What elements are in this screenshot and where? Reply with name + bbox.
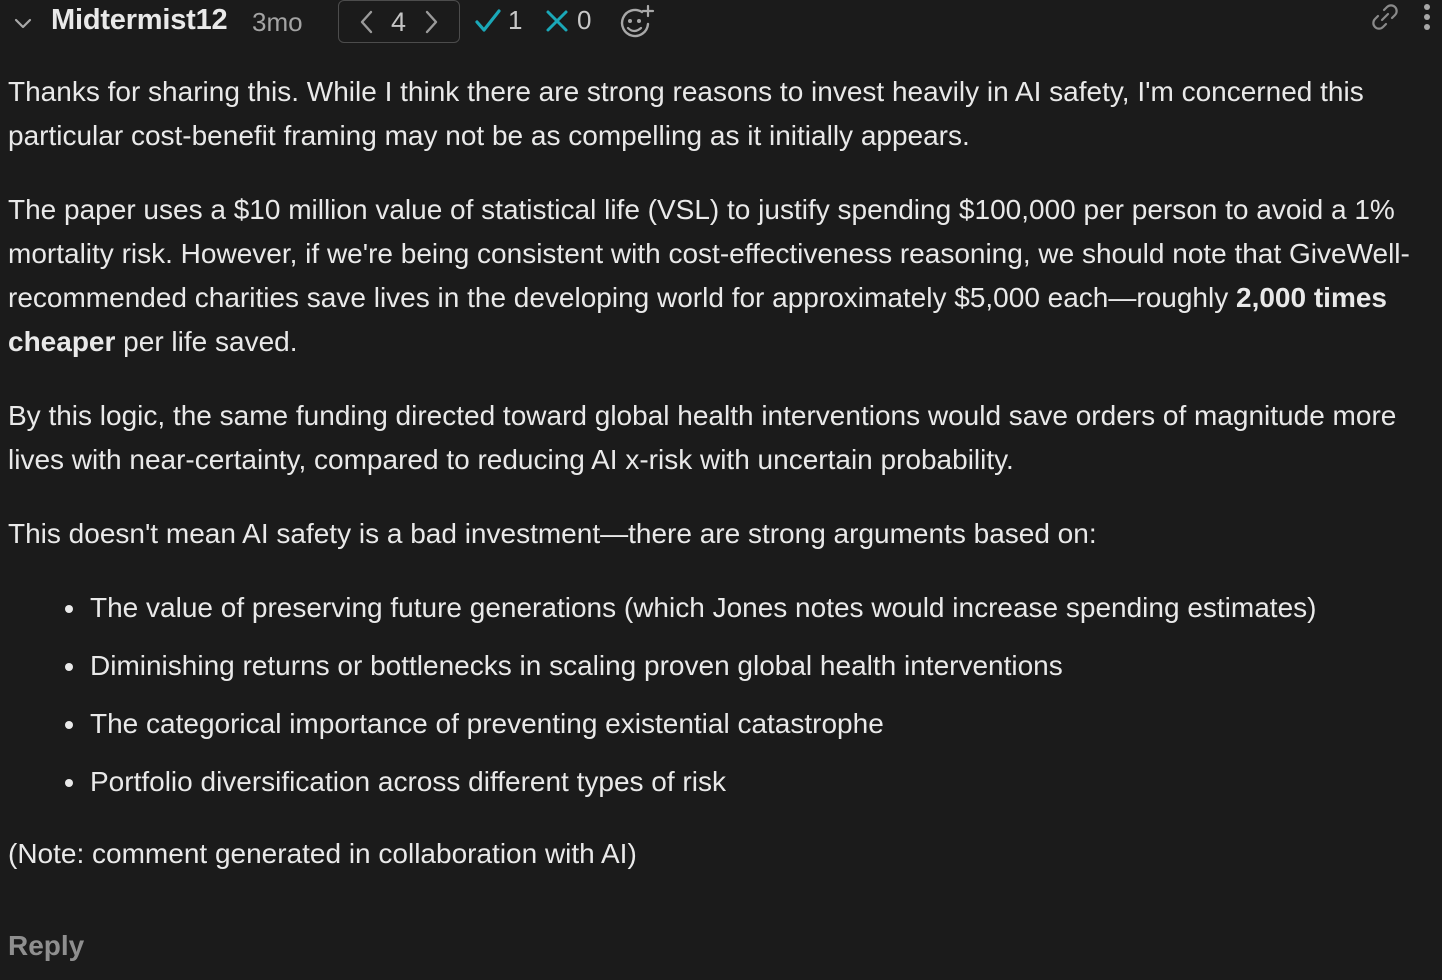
- karma-score: 4: [391, 7, 407, 37]
- comment-header: Midtermist12 3mo 4 1 0: [0, 0, 1442, 48]
- check-icon[interactable]: [474, 8, 502, 34]
- comment-paragraph: By this logic, the same funding directed…: [8, 400, 1397, 475]
- comment-body: Thanks for sharing this. While I think t…: [8, 70, 1436, 906]
- list-item: Portfolio diversification across differe…: [65, 760, 1436, 804]
- comment-paragraph: Thanks for sharing this. While I think t…: [8, 76, 1364, 151]
- vertical-dots-icon[interactable]: [1416, 2, 1438, 36]
- link-icon[interactable]: [1370, 2, 1400, 32]
- karma-vote-box: 4: [338, 0, 460, 43]
- list-item: Diminishing returns or bottlenecks in sc…: [65, 644, 1436, 688]
- reply-button[interactable]: Reply: [8, 930, 84, 962]
- x-icon[interactable]: [544, 8, 570, 34]
- agree-count: 1: [508, 5, 523, 35]
- list-item: The categorical importance of preventing…: [65, 702, 1436, 746]
- list-item: The value of preserving future generatio…: [65, 586, 1436, 630]
- chevron-left-icon[interactable]: [357, 9, 377, 35]
- comment-paragraph: This doesn't mean AI safety is a bad inv…: [8, 518, 1097, 549]
- chevron-right-icon[interactable]: [421, 9, 441, 35]
- comment-author[interactable]: Midtermist12: [51, 4, 228, 37]
- comment-paragraph: The paper uses a $10 million value of st…: [8, 188, 1436, 364]
- disagree-count: 0: [577, 5, 592, 35]
- comment-age[interactable]: 3mo: [252, 7, 303, 38]
- add-reaction-icon[interactable]: [618, 4, 656, 40]
- chevron-down-icon[interactable]: [10, 10, 36, 36]
- paragraph-text: per life saved.: [115, 326, 298, 357]
- argument-list: The value of preserving future generatio…: [8, 586, 1436, 804]
- paragraph-text: The paper uses a $10 million value of st…: [8, 194, 1410, 313]
- ai-note: (Note: comment generated in collaboratio…: [8, 838, 637, 869]
